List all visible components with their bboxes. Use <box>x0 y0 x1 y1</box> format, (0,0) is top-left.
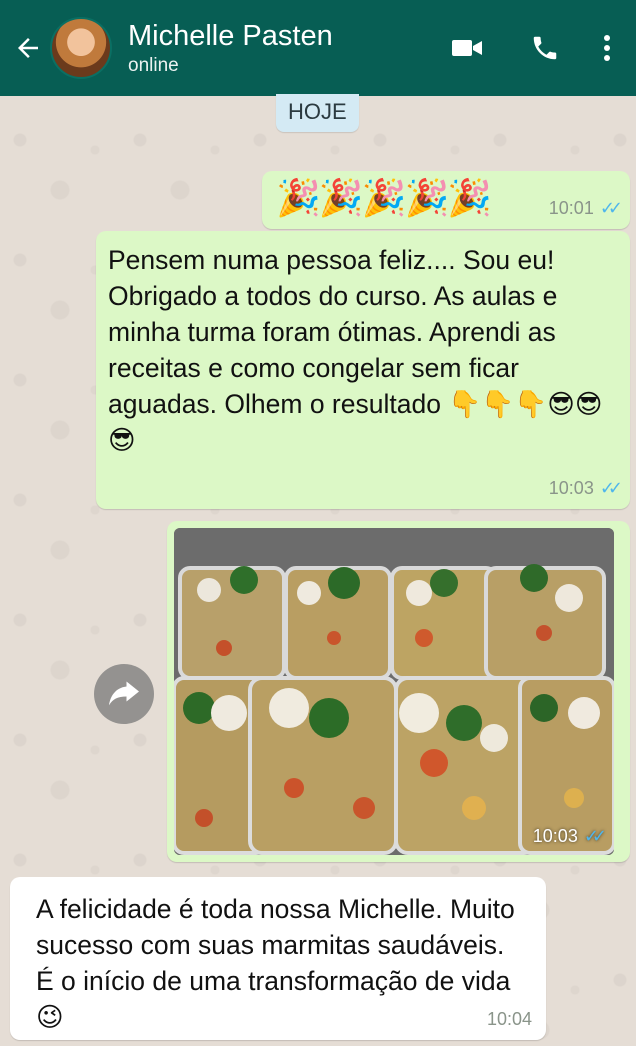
more-vert-icon[interactable] <box>592 23 622 73</box>
contact-name: Michelle Pasten <box>128 20 333 52</box>
message-time: 10:03 <box>532 826 578 846</box>
avatar[interactable] <box>50 17 112 79</box>
message-meta: 10:01 ✓✓ <box>548 198 623 219</box>
message-time: 10:04 <box>486 1009 532 1029</box>
message-meta: 10:03 ✓✓ <box>548 478 623 499</box>
forward-icon[interactable] <box>94 664 154 724</box>
back-arrow-icon[interactable] <box>8 28 48 68</box>
phone-icon[interactable] <box>520 23 570 73</box>
meal-prep-image <box>174 528 614 855</box>
message-bubble-incoming[interactable]: A felicidade é toda nossa Michelle. Muit… <box>10 877 546 1040</box>
date-chip: HOJE <box>276 94 359 132</box>
message-time: 10:01 <box>548 198 594 218</box>
message-text: A felicidade é toda nossa Michelle. Muit… <box>36 894 515 1032</box>
message-time: 10:03 <box>548 478 594 498</box>
message-bubble-outgoing[interactable]: Pensem numa pessoa feliz.... Sou eu! Obr… <box>96 231 630 509</box>
message-text: Pensem numa pessoa feliz.... Sou eu! Obr… <box>108 245 603 455</box>
food-photo[interactable]: 10:03 ✓✓ <box>174 528 614 855</box>
message-text: 🎉🎉🎉🎉🎉 <box>276 178 492 219</box>
video-call-icon[interactable] <box>442 23 492 73</box>
contact-status: online <box>128 55 179 76</box>
contact-info[interactable]: Michelle Pasten online <box>128 19 442 77</box>
message-meta: 10:03 ✓✓ <box>532 826 607 847</box>
message-bubble-outgoing[interactable]: 🎉🎉🎉🎉🎉 10:01 ✓✓ <box>262 171 630 229</box>
read-ticks-icon: ✓✓ <box>599 478 623 498</box>
read-ticks-icon: ✓✓ <box>583 826 607 846</box>
message-bubble-image[interactable]: 10:03 ✓✓ <box>167 521 630 862</box>
read-ticks-icon: ✓✓ <box>599 198 623 218</box>
chat-header: Michelle Pasten online <box>0 0 636 96</box>
message-meta: 10:04 <box>487 1009 532 1030</box>
